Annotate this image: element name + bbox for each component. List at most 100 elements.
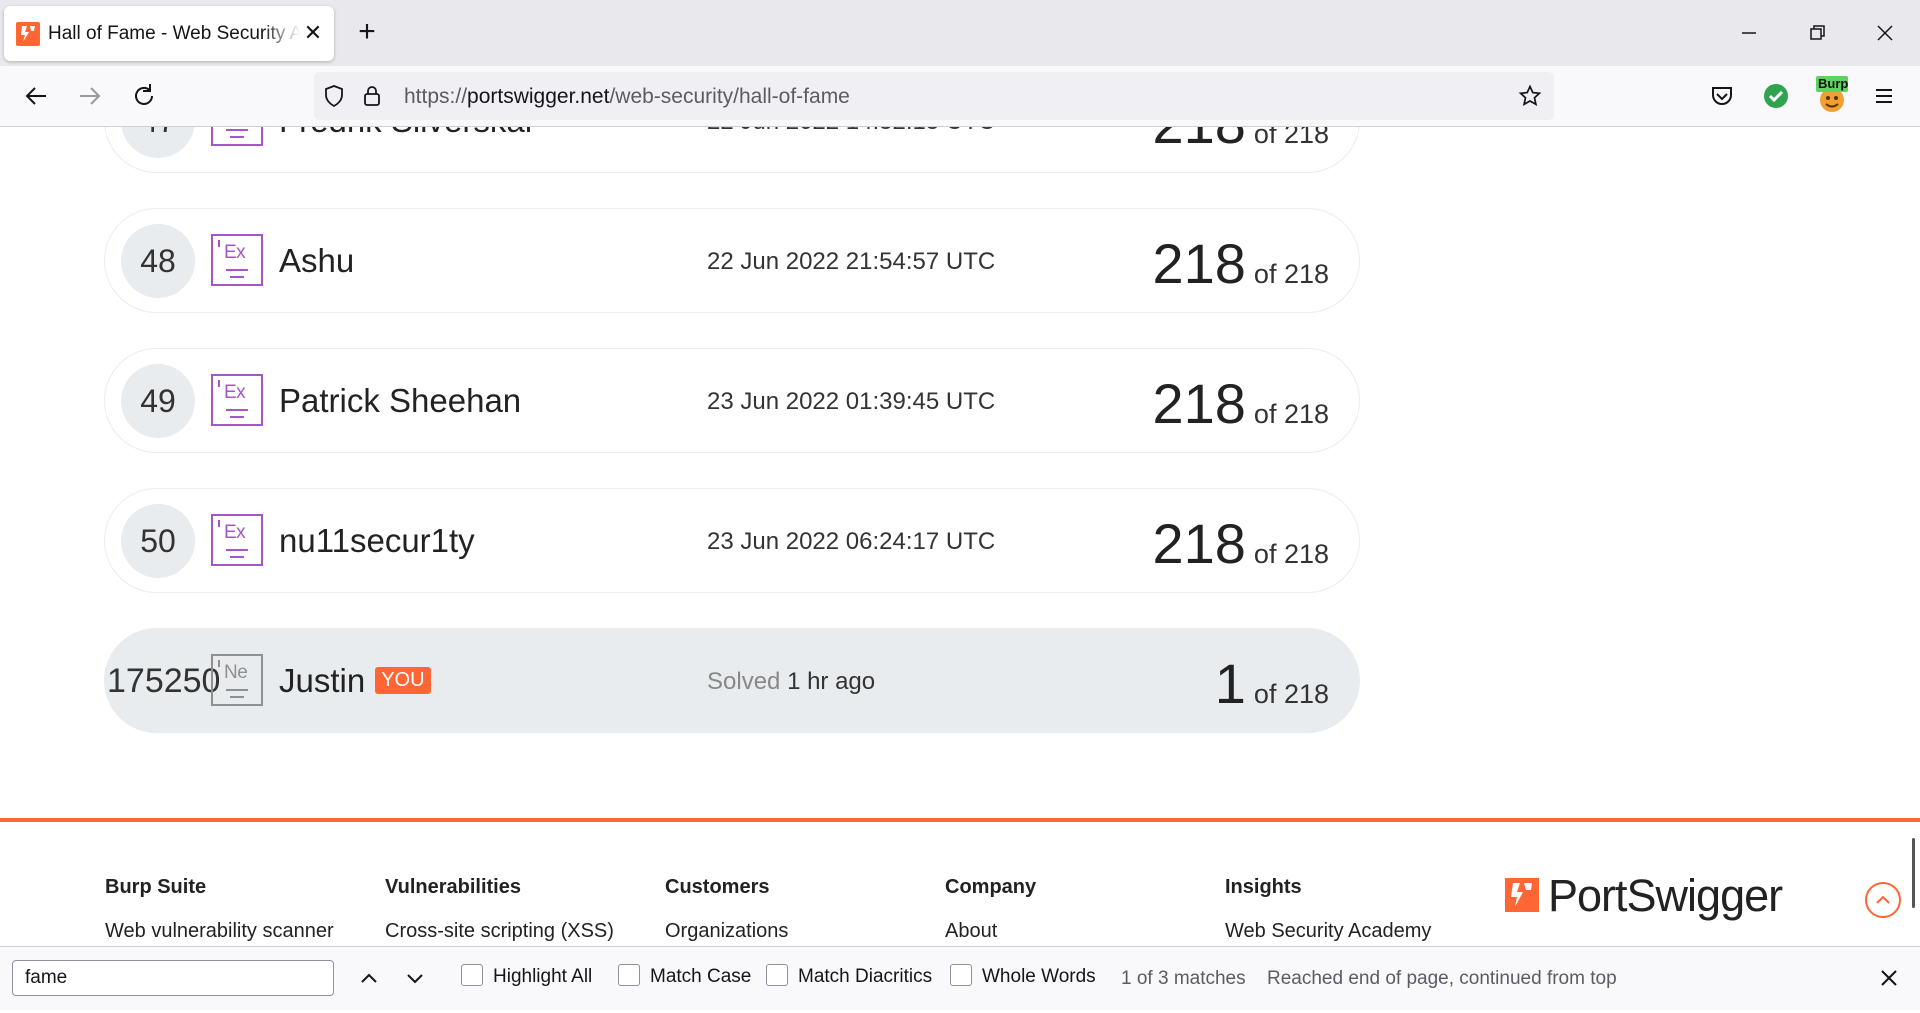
url-text[interactable]: https://portswigger.net/web-security/hal… xyxy=(404,85,850,109)
reload-icon[interactable] xyxy=(128,80,160,112)
user-name: Fredrik Silverskär xyxy=(279,127,536,140)
find-in-page-bar: Highlight All Match Case Match Diacritic… xyxy=(0,946,1920,1010)
score-total: of 218 xyxy=(1253,679,1329,709)
check-extension-icon[interactable] xyxy=(1760,80,1792,112)
footer-column-insights: Insights Web Security Academy xyxy=(1225,876,1431,943)
highlight-all-checkbox[interactable]: Highlight All xyxy=(461,964,592,992)
completion-date: 22 Jun 2022 21:54:57 UTC xyxy=(707,248,996,275)
leaderboard-row: 49 Ex Patrick Sheehan 23 Jun 2022 01:39:… xyxy=(104,348,1360,453)
chevron-up-icon xyxy=(1876,895,1890,904)
page-viewport: 47 Ex Fredrik Silverskär 22 Jun 2022 14:… xyxy=(0,127,1920,818)
menu-hamburger-icon[interactable] xyxy=(1868,80,1900,112)
score: 1 of 218 xyxy=(1215,651,1329,716)
completion-date: 23 Jun 2022 06:24:17 UTC xyxy=(707,528,996,555)
score-value: 218 xyxy=(1152,232,1246,295)
burp-extension-badge: Burp xyxy=(1816,76,1848,92)
completion-date: 22 Jun 2022 14:52:15 UTC xyxy=(707,127,995,136)
tab-close-icon[interactable]: ✕ xyxy=(300,20,326,46)
you-badge: YOU xyxy=(375,666,431,694)
footer-column-company: Company About xyxy=(945,876,1036,943)
checkbox-icon xyxy=(950,964,972,986)
back-arrow-icon[interactable] xyxy=(20,80,52,112)
footer-link[interactable]: Web vulnerability scanner xyxy=(105,920,334,943)
solved-time: Solved 1 hr ago xyxy=(707,668,875,696)
url-path: /web-security/hall-of-fame xyxy=(609,85,850,108)
scroll-to-top-button[interactable] xyxy=(1865,882,1901,918)
completion-date: 23 Jun 2022 01:39:45 UTC xyxy=(707,388,996,415)
level-badge-expert-icon: Ex xyxy=(211,234,263,286)
close-find-bar-icon[interactable] xyxy=(1876,965,1902,991)
find-next-chevron-down-icon[interactable] xyxy=(402,965,428,991)
leaderboard-row: 48 Ex Ashu 22 Jun 2022 21:54:57 UTC 218 o… xyxy=(104,208,1360,313)
tracking-shield-icon[interactable] xyxy=(322,84,346,108)
restore-icon[interactable] xyxy=(1802,18,1832,48)
whole-words-checkbox[interactable]: Whole Words xyxy=(950,964,1096,992)
portswigger-favicon-icon xyxy=(16,22,40,46)
footer-heading: Customers xyxy=(665,876,770,898)
minimize-icon[interactable] xyxy=(1734,18,1764,48)
score: 218of 218 xyxy=(1152,511,1329,576)
score-total: of 218 xyxy=(1253,127,1329,149)
checkbox-icon xyxy=(461,964,483,986)
footer-heading: Company xyxy=(945,876,1037,898)
user-name: Patrick Sheehan xyxy=(279,382,522,419)
score: 218of 218 xyxy=(1152,371,1329,436)
option-label: Whole Words xyxy=(982,966,1096,988)
score-total: of 218 xyxy=(1253,399,1329,429)
footer-column-customers: Customers Organizations xyxy=(665,876,788,943)
portswigger-logo-text: PortSwigger xyxy=(1548,870,1783,921)
tab-strip: Hall of Fame - Web Security Academy ✕ + xyxy=(0,0,1920,66)
rank-badge: 48 xyxy=(121,224,195,298)
url-host: portswigger.net xyxy=(467,85,610,108)
option-label: Match Diacritics xyxy=(798,966,933,988)
forward-arrow-icon[interactable] xyxy=(74,80,106,112)
score-total: of 218 xyxy=(1253,539,1329,569)
pocket-icon[interactable] xyxy=(1706,80,1738,112)
checkbox-icon xyxy=(618,964,640,986)
portswigger-logo-icon xyxy=(1505,878,1539,912)
rank-badge: 50 xyxy=(121,504,195,578)
footer-column-vulnerabilities: Vulnerabilities Cross-site scripting (XS… xyxy=(385,876,614,943)
user-name-text: Justin xyxy=(279,662,366,699)
solved-label: Solved xyxy=(707,668,781,695)
rank-badge: 49 xyxy=(121,364,195,438)
rank-badge: 47 xyxy=(121,127,195,158)
close-window-icon[interactable] xyxy=(1870,18,1900,48)
score-value: 218 xyxy=(1152,372,1246,435)
match-count: 1 of 3 matches xyxy=(1121,968,1246,989)
match-case-checkbox[interactable]: Match Case xyxy=(618,964,752,992)
find-previous-chevron-up-icon[interactable] xyxy=(356,965,382,991)
new-tab-button[interactable]: + xyxy=(352,17,382,48)
burp-extension-icon[interactable]: Burp xyxy=(1814,76,1850,116)
level-badge-expert-icon: Ex xyxy=(211,514,263,566)
checkbox-icon xyxy=(766,964,788,986)
option-label: Match Case xyxy=(650,966,752,988)
find-status-message: Reached end of page, continued from top xyxy=(1267,968,1617,989)
footer-link[interactable]: About xyxy=(945,920,1036,943)
find-input[interactable] xyxy=(12,960,334,996)
lock-icon[interactable] xyxy=(360,84,384,108)
footer-heading: Vulnerabilities xyxy=(385,876,521,898)
score-value: 218 xyxy=(1152,512,1246,575)
url-scheme: https:// xyxy=(404,85,468,108)
user-name: nu11secur1ty xyxy=(279,522,475,559)
footer-link[interactable]: Web Security Academy xyxy=(1225,920,1431,943)
current-user-row: 175250 Ne Justin YOU Solved 1 hr ago 1 of … xyxy=(104,628,1360,733)
match-diacritics-checkbox[interactable]: Match Diacritics xyxy=(766,964,933,992)
score: 218of 218 xyxy=(1152,231,1329,296)
page-scrollbar-thumb[interactable] xyxy=(1912,838,1915,908)
navigation-toolbar: https://portswigger.net/web-security/hal… xyxy=(0,66,1920,127)
level-badge-expert-icon: Ex xyxy=(211,374,263,426)
tab-hall-of-fame[interactable]: Hall of Fame - Web Security Academy ✕ xyxy=(4,6,334,61)
level-badge-novice-icon: Ne xyxy=(211,654,263,706)
footer-heading: Insights xyxy=(1225,876,1302,898)
score-value: 1 xyxy=(1214,652,1246,715)
leaderboard-row: 47 Ex Fredrik Silverskär 22 Jun 2022 14:… xyxy=(104,127,1360,173)
rank-badge: 175250 xyxy=(107,662,221,700)
footer-link[interactable]: Organizations xyxy=(665,920,788,943)
footer-link[interactable]: Cross-site scripting (XSS) xyxy=(385,920,614,943)
footer-column-burp-suite: Burp Suite Web vulnerability scanner xyxy=(105,876,334,943)
bookmark-star-icon[interactable] xyxy=(1518,84,1542,108)
url-bar[interactable]: https://portswigger.net/web-security/hal… xyxy=(314,72,1554,120)
solved-value: 1 hr ago xyxy=(787,668,876,695)
